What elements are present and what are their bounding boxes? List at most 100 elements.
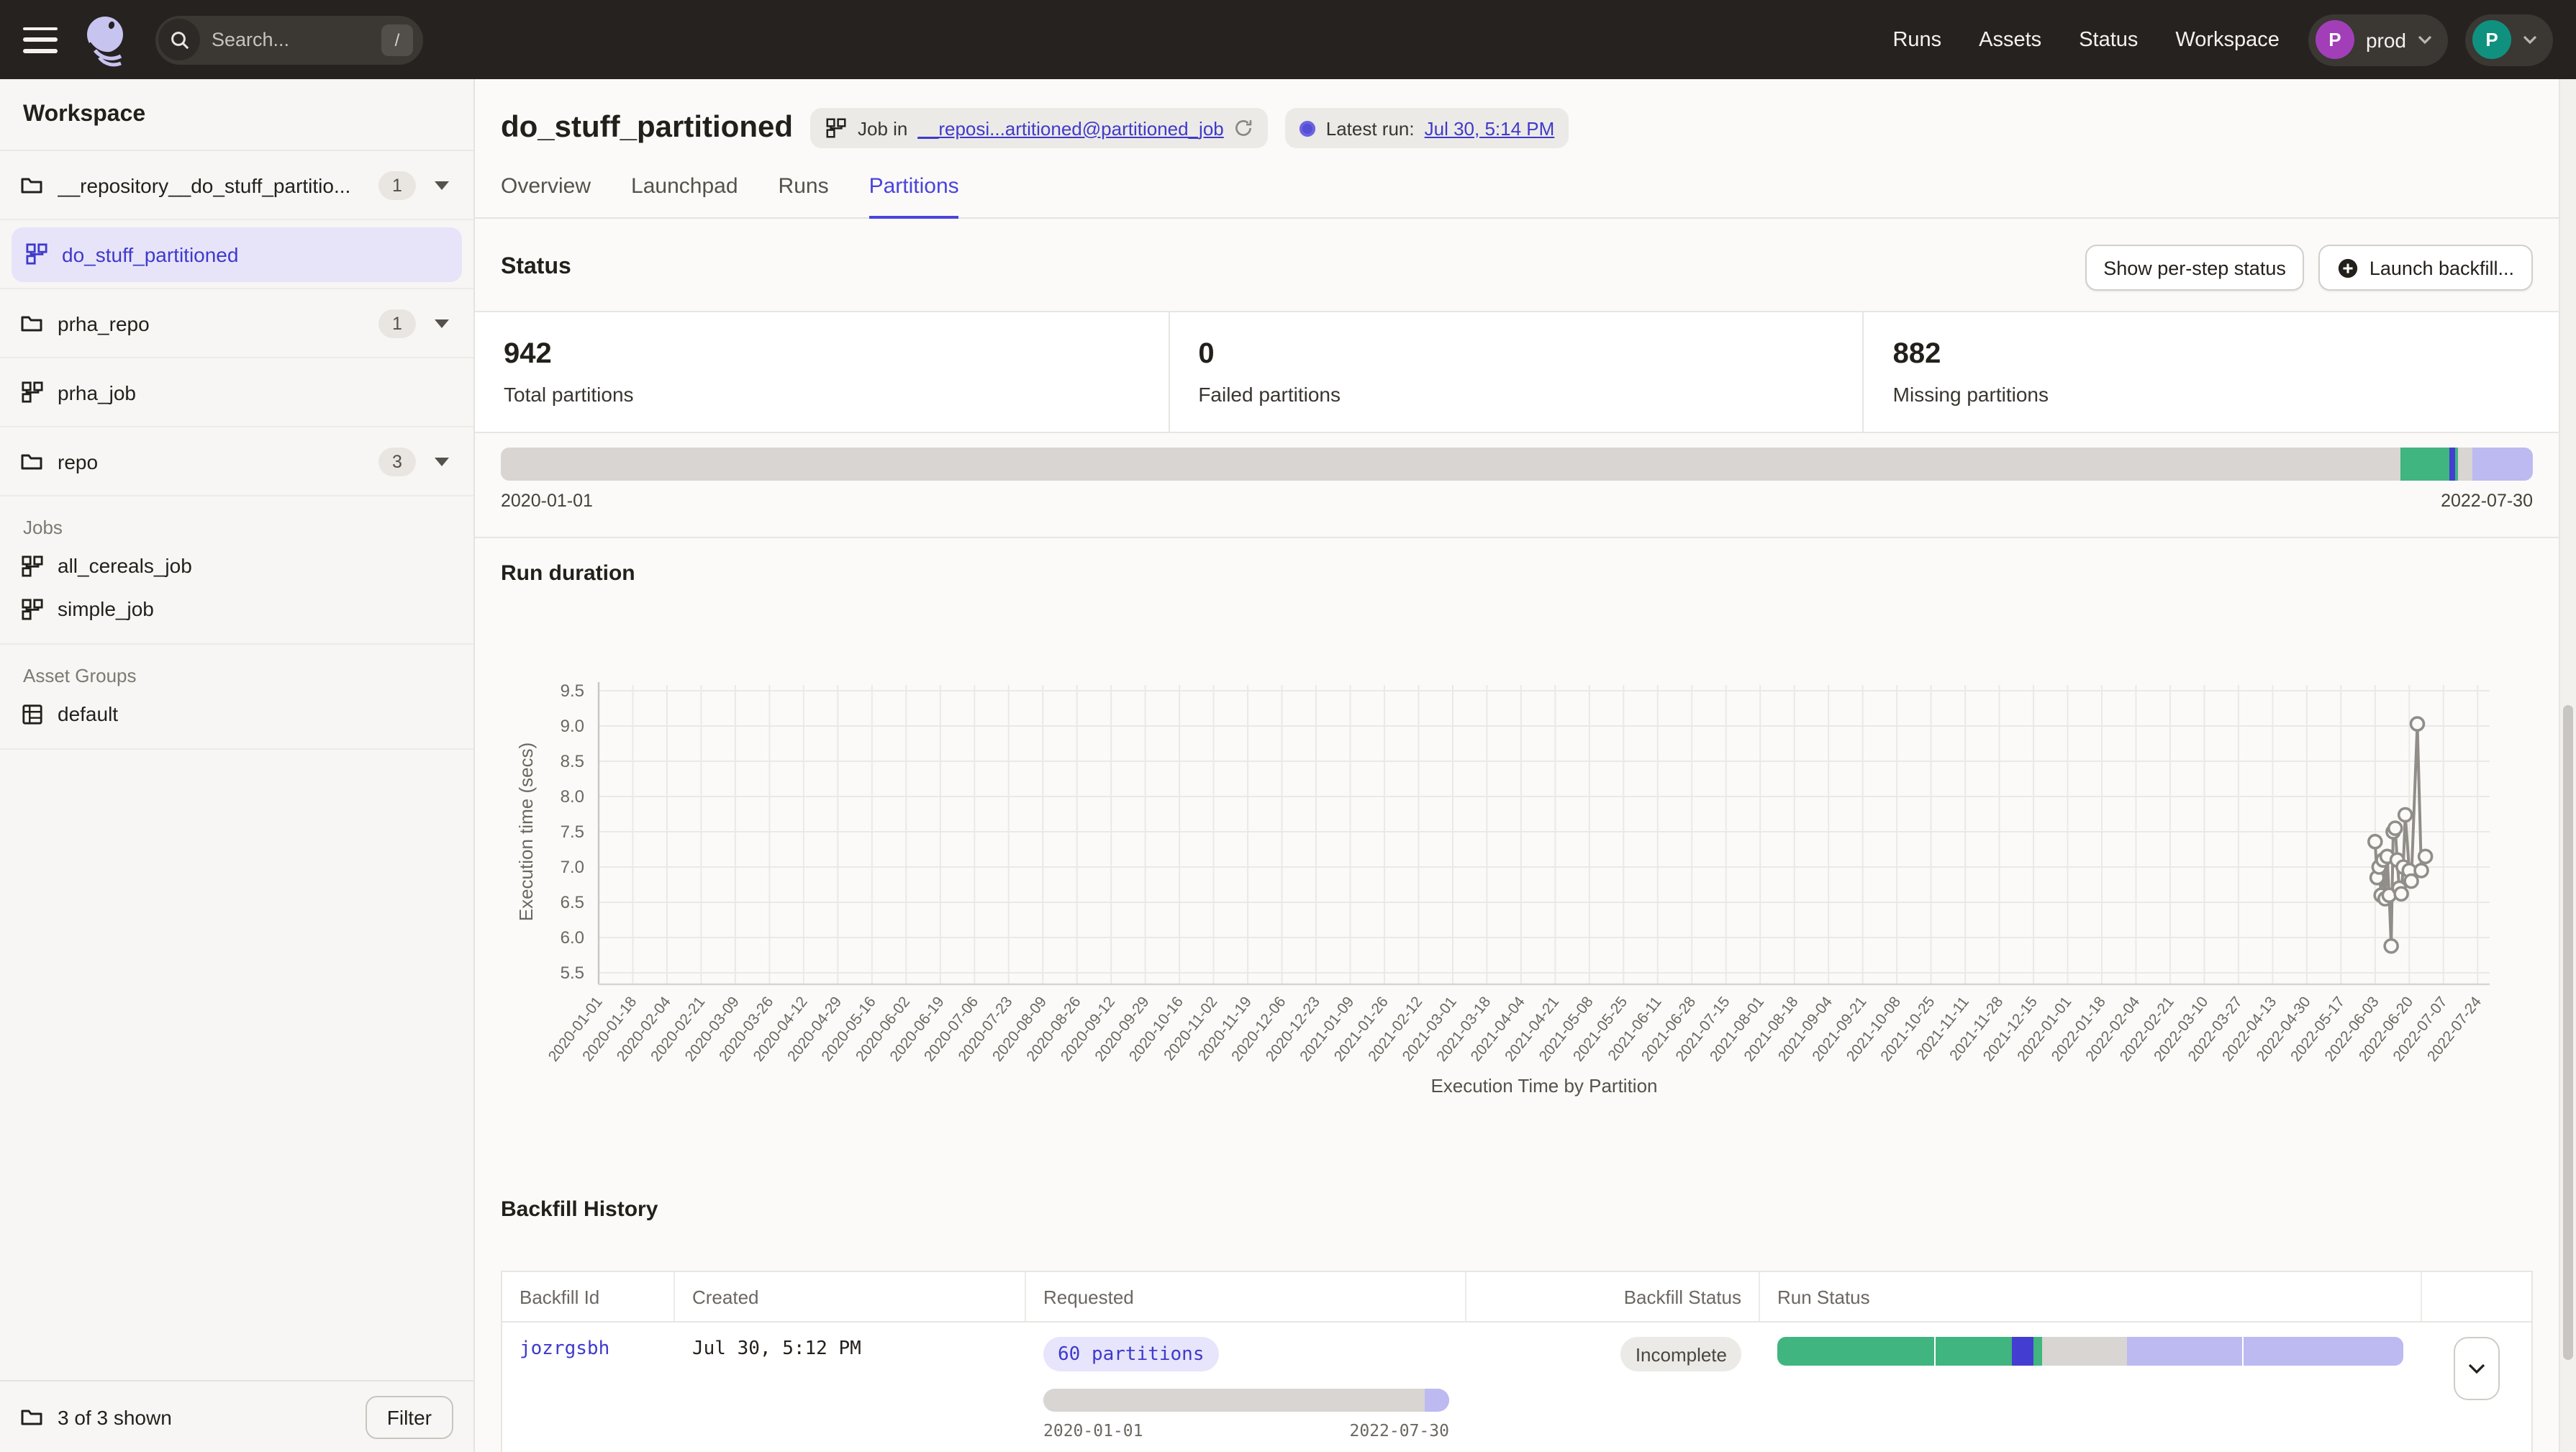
svg-text:9.0: 9.0 [561, 717, 584, 736]
data-point[interactable] [2399, 808, 2412, 821]
scrollbar-thumb[interactable] [2563, 705, 2573, 1360]
sidebar-item-label: simple_job [58, 597, 453, 620]
sidebar-section-label: Jobs [0, 496, 473, 544]
data-point[interactable] [2389, 822, 2402, 835]
col-header-run-status: Run Status [1760, 1272, 2422, 1321]
search-input[interactable]: Search... / [155, 15, 423, 64]
backfill-table-header: Backfill IdCreatedRequestedBackfill Stat… [502, 1272, 2531, 1321]
launch-backfill-button[interactable]: Launch backfill... [2319, 245, 2533, 291]
show-per-step-status-button[interactable]: Show per-step status [2085, 245, 2305, 291]
bar-segment-green [2400, 448, 2449, 481]
data-point[interactable] [2369, 835, 2382, 848]
backfill-id-link[interactable]: jozrgsbh [520, 1338, 609, 1360]
status-row: Status Show per-step status Launch backf… [475, 219, 2559, 311]
user-menu[interactable]: P [2465, 14, 2553, 65]
stat-value: 882 [1893, 338, 2530, 371]
page-scrollbar [2559, 79, 2576, 1452]
tab-overview[interactable]: Overview [501, 174, 591, 219]
run-status-bar[interactable] [1777, 1337, 2403, 1366]
partition-status-bar-wrap: 2020-01-01 2022-07-30 [475, 433, 2559, 511]
main-content: do_stuff_partitioned Job in __reposi...a… [475, 79, 2576, 1452]
expand-row-button[interactable] [2453, 1337, 2499, 1400]
data-point[interactable] [2419, 850, 2432, 863]
topbar-pills: P prod P [2308, 14, 2553, 65]
stat-missing-partitions: 882Missing partitions [1864, 312, 2559, 432]
tab-runs[interactable]: Runs [779, 174, 829, 219]
user-avatar: P [2472, 20, 2511, 59]
sidebar-item-label: prha_repo [58, 312, 364, 335]
search-shortcut-key: / [381, 24, 413, 55]
menu-icon[interactable] [23, 27, 58, 53]
requested-partitions-chip[interactable]: 60 partitions [1043, 1337, 1219, 1371]
partition-range-end: 2022-07-30 [2441, 491, 2533, 511]
partition-range-start: 2020-01-01 [501, 491, 593, 511]
bar-segment-gray [2459, 448, 2472, 481]
sidebar-item-repo[interactable]: repo3 [0, 427, 473, 496]
bar-segment-green [2034, 1337, 2042, 1366]
refresh-icon[interactable] [1234, 118, 1254, 138]
sidebar-item-do-stuff-partitioned[interactable]: do_stuff_partitioned [0, 220, 473, 289]
search-icon [158, 19, 200, 60]
partition-status-bar[interactable] [501, 448, 2533, 481]
tab-launchpad[interactable]: Launchpad [631, 174, 738, 219]
bar-segment-green [1777, 1337, 1934, 1366]
bar-segment-green [1936, 1337, 2013, 1366]
bar-segment-lavender [2472, 448, 2533, 481]
nav-assets[interactable]: Assets [1979, 28, 2041, 51]
tab-bar: Overview Launchpad Runs Partitions [475, 148, 2559, 219]
data-point[interactable] [2405, 875, 2418, 888]
nav-runs[interactable]: Runs [1892, 28, 1941, 51]
run-duration-chart-wrap: 9.59.08.58.07.57.06.56.05.52020-01-01202… [475, 586, 2559, 1114]
data-point[interactable] [2385, 940, 2398, 953]
grid-icon [20, 702, 43, 725]
job-icon [20, 597, 43, 620]
filter-button[interactable]: Filter [366, 1395, 453, 1438]
svg-text:7.0: 7.0 [561, 858, 584, 877]
sidebar-item-default[interactable]: default [0, 692, 473, 735]
caret-down-icon[interactable] [430, 450, 453, 473]
row-expand-cell [2422, 1322, 2531, 1452]
sidebar-item-all-cereals-job[interactable]: all_cereals_job [0, 544, 473, 587]
data-point[interactable] [2395, 887, 2408, 900]
backfill-table: Backfill IdCreatedRequestedBackfill Stat… [501, 1271, 2533, 1452]
job-icon [20, 381, 43, 404]
latest-run-prefix: Latest run: [1326, 117, 1415, 139]
bar-segment-gray [1043, 1389, 1424, 1412]
sidebar-item-prha-repo[interactable]: prha_repo1 [0, 289, 473, 358]
dagster-logo-icon[interactable] [81, 12, 132, 67]
folder-icon [20, 1405, 43, 1428]
data-point[interactable] [2411, 717, 2423, 730]
tab-partitions[interactable]: Partitions [869, 174, 959, 219]
sidebar-group: Asset Groupsdefault [0, 645, 473, 750]
sidebar-item--repository-do-stuff-partitio-[interactable]: __repository__do_stuff_partitio...1 [0, 151, 473, 220]
nav-workspace[interactable]: Workspace [2175, 28, 2280, 51]
sidebar-item-simple-job[interactable]: simple_job [0, 587, 473, 630]
sidebar-item-prha-job[interactable]: prha_job [0, 358, 473, 427]
job-icon [20, 554, 43, 577]
sidebar-item-label: default [58, 702, 453, 725]
backfill-status-cell: Incomplete [1466, 1322, 1760, 1452]
stat-failed-partitions: 0Failed partitions [1169, 312, 1864, 432]
backfill-created: Jul 30, 5:12 PM [692, 1338, 861, 1360]
nav-status[interactable]: Status [2079, 28, 2138, 51]
caret-down-icon[interactable] [430, 173, 453, 196]
deployment-switcher[interactable]: P prod [2308, 14, 2448, 65]
chevron-down-icon [2467, 1363, 2485, 1374]
bar-segment-indigo [2012, 1337, 2033, 1366]
svg-text:Execution Time by Partition: Execution Time by Partition [1430, 1075, 1657, 1097]
chevron-down-icon [2523, 35, 2537, 45]
sidebar-items: __repository__do_stuff_partitio...1do_st… [0, 151, 473, 1380]
sidebar-item-label: __repository__do_stuff_partitio... [58, 173, 364, 196]
latest-run-link[interactable]: Jul 30, 5:14 PM [1425, 117, 1555, 139]
data-point[interactable] [2415, 864, 2428, 877]
bar-segment-lavender [2127, 1337, 2241, 1366]
job-tag-link[interactable]: __reposi...artitioned@partitioned_job [917, 117, 1223, 139]
run-duration-heading: Run duration [475, 561, 2559, 586]
bar-segment-gray [501, 448, 2400, 481]
job-icon [24, 242, 47, 266]
bar-segment-lavender [2244, 1337, 2403, 1366]
caret-down-icon[interactable] [430, 312, 453, 335]
stat-total-partitions: 942Total partitions [475, 312, 1169, 432]
requested-range-bar [1043, 1389, 1449, 1412]
col-header-backfill-status: Backfill Status [1466, 1272, 1760, 1321]
